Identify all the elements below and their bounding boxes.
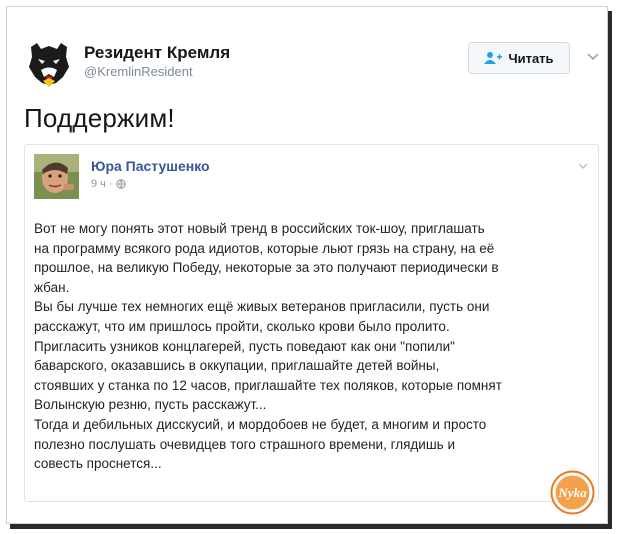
nyka-watermark-logo: Nyka: [550, 470, 595, 515]
post-line: прошлое, на великую Победу, некоторые за…: [34, 260, 499, 276]
post-line: Волынскую резню, пусть расскажут...: [34, 397, 267, 413]
author-handle[interactable]: @KremlinResident: [84, 64, 193, 79]
author-name[interactable]: Резидент Кремля: [84, 43, 230, 63]
post-line: совесть проснется...: [34, 456, 162, 472]
globe-icon: [115, 179, 126, 189]
post-meta: 9 ч ·: [91, 178, 126, 190]
follow-label: Читать: [508, 50, 554, 66]
post-author-name[interactable]: Юра Пастушенко: [91, 158, 210, 174]
post-line: стоявших у станка по 12 часов, приглашай…: [34, 377, 502, 393]
post-line: расскажут, что им пришлось пройти, сколь…: [34, 318, 450, 334]
post-line: Тогда и дебильных дисскусий, и мордобоев…: [34, 416, 487, 432]
bear-logo-icon[interactable]: [23, 37, 75, 89]
post-line: Вот не могу понять этот новый тренд в ро…: [34, 221, 485, 236]
post-author-avatar[interactable]: [34, 154, 79, 199]
post-line: Вы бы лучше тех немногих ещё живых ветер…: [34, 299, 490, 315]
embedded-facebook-post[interactable]: Юра Пастушенко 9 ч · Вот не могу понять …: [24, 144, 599, 502]
watermark-text: Nyka: [557, 485, 587, 500]
follow-button[interactable]: Читать: [468, 42, 570, 74]
meta-separator: ·: [108, 178, 113, 190]
chevron-down-icon[interactable]: [587, 53, 599, 61]
tweet-text: Поддержим!: [24, 103, 175, 133]
chevron-down-icon[interactable]: [578, 163, 588, 170]
post-time[interactable]: 9 ч: [91, 178, 106, 190]
post-line: полезно послушать очевидцев того страшно…: [34, 436, 455, 452]
post-line: на программу всякого рода идиотов, котор…: [34, 240, 495, 256]
add-user-icon: [484, 52, 503, 64]
tweet-screenshot: Резидент Кремля @KremlinResident Читать …: [6, 6, 608, 524]
post-body: Вот не могу понять этот новый тренд в ро…: [34, 219, 594, 474]
post-line: Пригласить узников концлагерей, пусть по…: [34, 338, 455, 354]
post-line: жбан.: [34, 279, 70, 295]
post-line: баварского, оказавшись в оккупации, приг…: [34, 358, 440, 374]
